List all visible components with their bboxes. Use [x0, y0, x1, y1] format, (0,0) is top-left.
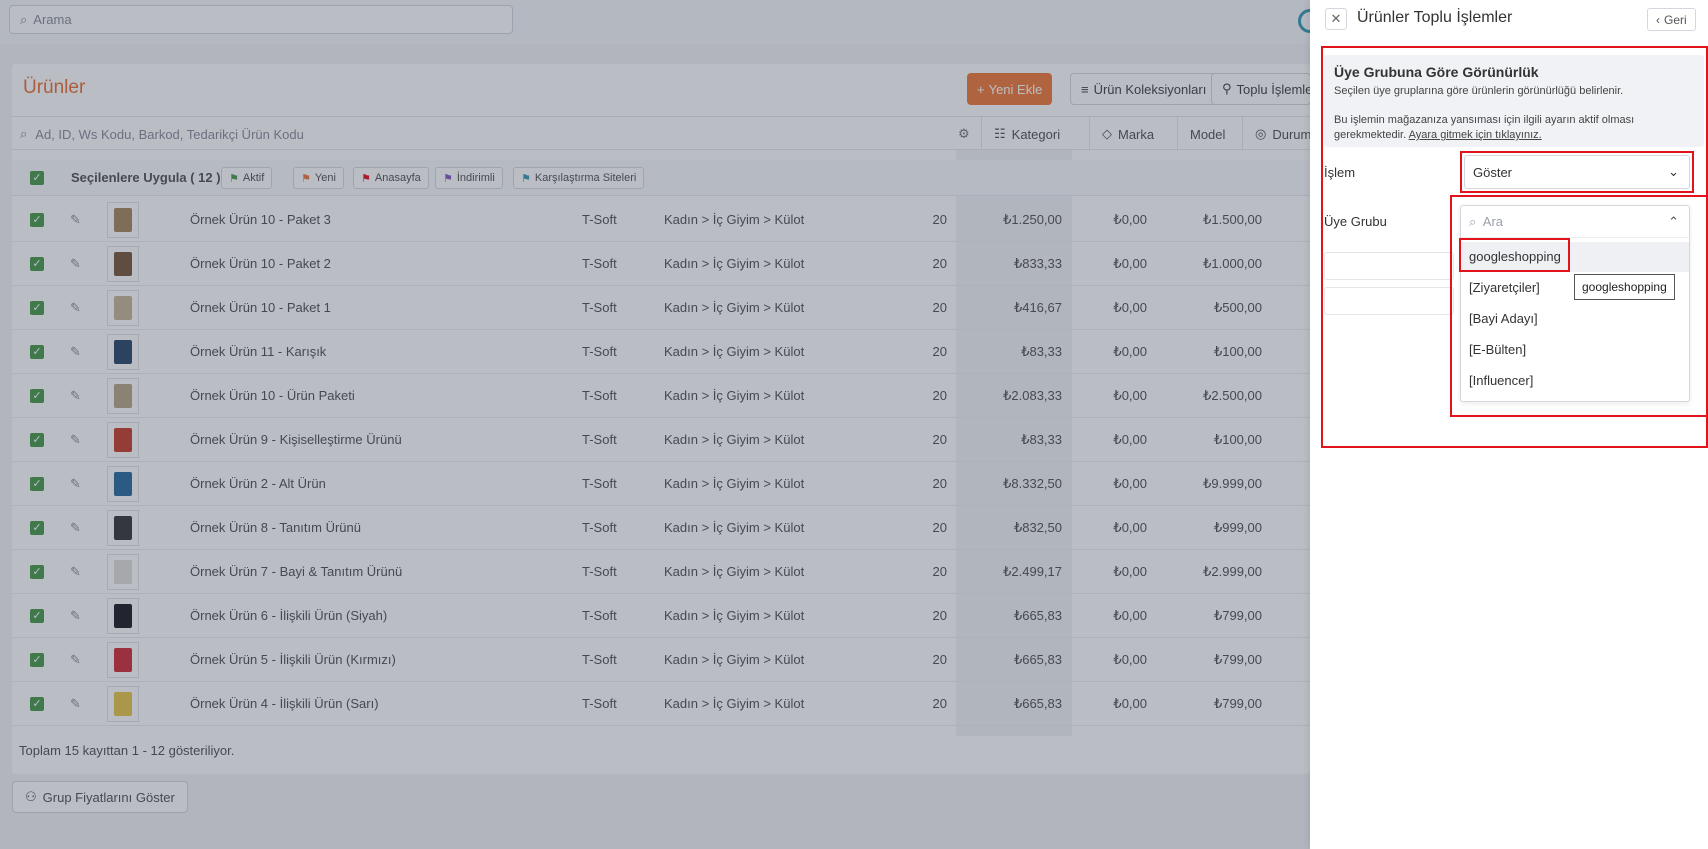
hidden-field-1 [1324, 252, 1454, 280]
info-title: Üye Grubuna Göre Görünürlük [1334, 64, 1539, 80]
operation-select[interactable]: Göster ⌄ [1464, 155, 1690, 189]
group-search-input[interactable]: ⌕ Ara ⌃ [1461, 206, 1689, 238]
group-option[interactable]: [Bayi Adayı] [1461, 304, 1689, 334]
modal-overlay[interactable] [0, 0, 1310, 849]
chevron-up-icon: ⌃ [1668, 213, 1679, 229]
info-text-1: Seçilen üye gruplarına göre ürünlerin gö… [1334, 85, 1624, 97]
group-option[interactable]: [E-Bülten] [1461, 335, 1689, 365]
hidden-field-2 [1324, 287, 1454, 315]
group-label: Üye Grubu [1324, 214, 1387, 229]
highlight-option [1459, 238, 1570, 272]
search-icon: ⌕ [1469, 213, 1477, 229]
back-button[interactable]: ‹ Geri [1647, 8, 1696, 31]
drawer-title: Ürünler Toplu İşlemler [1357, 9, 1513, 26]
settings-link[interactable]: Ayara gitmek için tıklayınız. [1409, 129, 1542, 141]
option-tooltip: googleshopping [1574, 274, 1675, 300]
group-dropdown: ⌕ Ara ⌃ googleshopping [Ziyaretçiler] [Bay… [1460, 205, 1690, 402]
chevron-left-icon: ‹ [1656, 12, 1660, 27]
operation-label: İşlem [1324, 165, 1356, 180]
info-card: Üye Grubuna Göre Görünürlük Seçilen üye … [1324, 55, 1704, 147]
bulk-operations-drawer: ✕ Ürünler Toplu İşlemler ‹ Geri Üye Grub… [1310, 0, 1708, 849]
drawer-header: ✕ Ürünler Toplu İşlemler ‹ Geri [1310, 0, 1708, 40]
chevron-down-icon: ⌄ [1668, 164, 1679, 179]
group-option[interactable]: [Influencer] [1461, 366, 1689, 396]
close-icon[interactable]: ✕ [1325, 8, 1347, 30]
info-text-2: Bu işlemin mağazanıza yansıması için ilg… [1334, 114, 1635, 141]
